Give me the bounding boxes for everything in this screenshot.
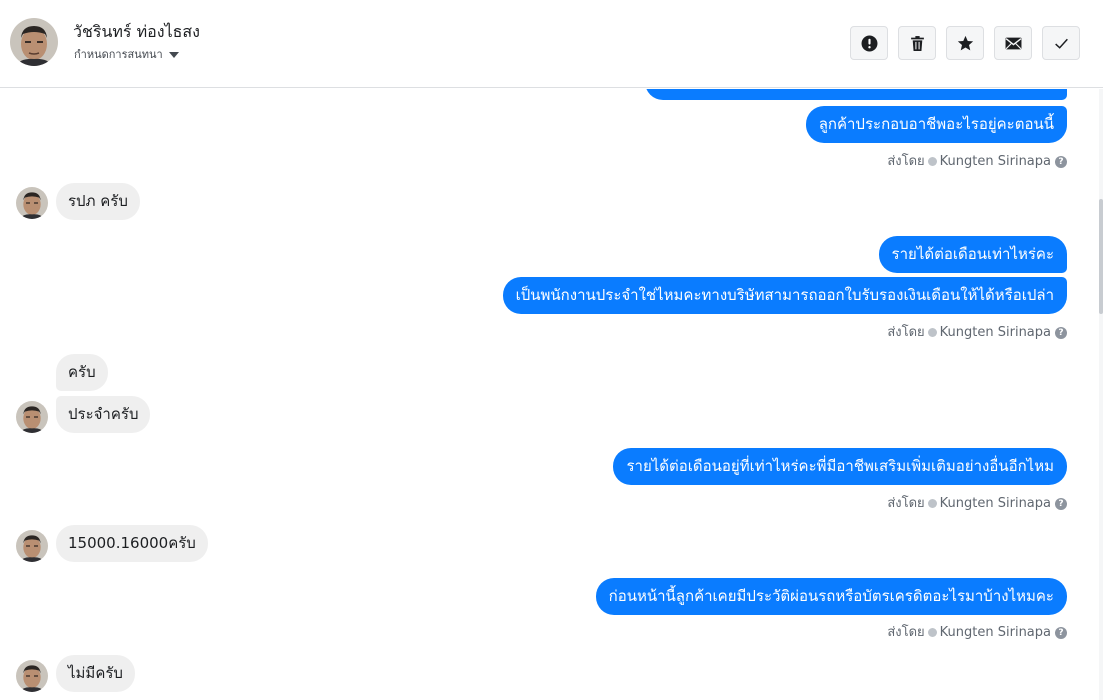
scrollbar-thumb[interactable] (1099, 199, 1103, 314)
sender-name[interactable]: Kungten Sirinapa (940, 496, 1051, 511)
sender-name[interactable]: Kungten Sirinapa (940, 625, 1051, 640)
mark-done-button[interactable] (1042, 26, 1080, 60)
mark-unread-button[interactable] (994, 26, 1032, 60)
help-icon[interactable]: ? (1055, 326, 1067, 339)
sent-by-prefix: ส่งโดย (887, 496, 925, 511)
sent-by-prefix: ส่งโดย (887, 325, 925, 340)
sent-by-line: ส่งโดย Kungten Sirinapa? (887, 321, 1067, 342)
message-bubble-incoming[interactable]: 15000.16000ครับ (56, 525, 208, 562)
star-icon (957, 35, 973, 50)
help-icon[interactable]: ? (1055, 497, 1067, 510)
delete-button[interactable] (898, 26, 936, 60)
message-bubble-outgoing[interactable]: ก่อนหน้านี้ลูกค้าเคยมีประวัติผ่อนรถหรือบ… (595, 578, 1067, 615)
message-bubble-outgoing[interactable]: ลูกค้าประกอบอาชีพอะไรอยู่คะตอนนี้ (805, 106, 1067, 143)
sender-status-icon (927, 157, 937, 166)
message-bubble-outgoing[interactable]: รายได้ต่อเดือนเท่าไหร่คะ (878, 236, 1067, 273)
contact-avatar-small[interactable] (16, 401, 48, 433)
conversation-header: วัชรินทร์ ท่องไธสง กำหนดการสนทนา (0, 0, 1103, 88)
message-bubble-outgoing[interactable]: เป็นพนักงานประจำใช่ไหมคะทางบริษัทสามารถอ… (502, 277, 1067, 314)
star-button[interactable] (946, 26, 984, 60)
message-bubble-incoming[interactable]: ไม่มีครับ (56, 655, 135, 692)
sent-by-line: ส่งโดย Kungten Sirinapa? (887, 492, 1067, 513)
envelope-icon (1005, 37, 1021, 49)
message-bubble-incoming[interactable]: ครับ (56, 354, 108, 391)
help-icon[interactable]: ? (1055, 626, 1067, 639)
checkmark-icon (1054, 38, 1068, 49)
caret-down-icon (168, 52, 179, 58)
message-bubble-incoming[interactable]: รปภ ครับ (56, 183, 140, 220)
message-bubble-outgoing-cut[interactable] (645, 89, 1067, 100)
user-avatar-icon (16, 660, 48, 692)
sender-name[interactable]: Kungten Sirinapa (940, 154, 1051, 169)
sender-status-icon (927, 499, 937, 508)
sent-by-prefix: ส่งโดย (887, 625, 925, 640)
user-avatar-icon (16, 401, 48, 433)
sender-status-icon (927, 628, 937, 637)
contact-name[interactable]: วัชรินทร์ ท่องไธสง (73, 20, 200, 45)
sent-by-line: ส่งโดย Kungten Sirinapa? (887, 621, 1067, 642)
message-bubble-outgoing[interactable]: รายได้ต่อเดือนอยู่ที่เท่าไหร่คะพี่มีอาชี… (613, 448, 1067, 485)
conversation-schedule-label: กำหนดการสนทนา (74, 48, 163, 61)
help-icon[interactable]: ? (1055, 155, 1067, 168)
report-button[interactable] (850, 26, 888, 60)
user-avatar-icon (16, 187, 48, 219)
conversation-schedule-dropdown[interactable]: กำหนดการสนทนา (74, 45, 179, 63)
trash-icon (910, 35, 924, 51)
sent-by-line: ส่งโดย Kungten Sirinapa? (887, 150, 1067, 171)
contact-avatar-small[interactable] (16, 660, 48, 692)
user-avatar-icon (10, 18, 58, 66)
sent-by-prefix: ส่งโดย (887, 154, 925, 169)
exclamation-circle-icon (861, 35, 877, 51)
thread-scrollbar[interactable] (1099, 89, 1103, 700)
contact-avatar-small[interactable] (16, 530, 48, 562)
contact-avatar-small[interactable] (16, 187, 48, 219)
message-thread[interactable]: ลูกค้าประกอบอาชีพอะไรอยู่คะตอนนี้ ส่งโดย… (0, 89, 1103, 700)
sender-name[interactable]: Kungten Sirinapa (940, 325, 1051, 340)
contact-avatar[interactable] (10, 18, 58, 66)
message-bubble-incoming[interactable]: ประจำครับ (56, 396, 151, 433)
sender-status-icon (927, 328, 937, 337)
user-avatar-icon (16, 530, 48, 562)
